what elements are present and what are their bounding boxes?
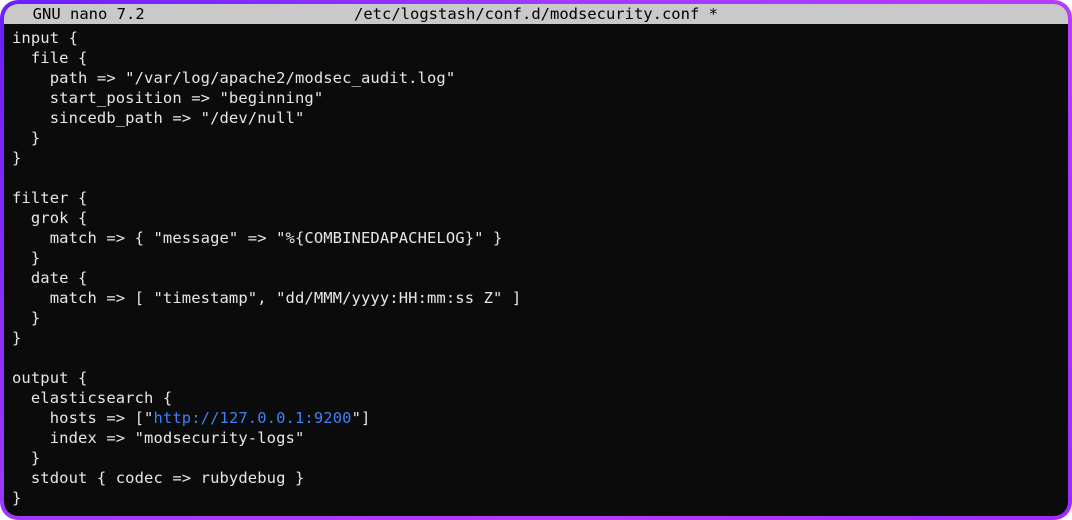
editor-line: } bbox=[12, 148, 1060, 168]
editor-line: hosts => ["http://127.0.0.1:9200"] bbox=[12, 408, 1060, 428]
editor-line: } bbox=[12, 488, 1060, 508]
editor-line: output { bbox=[12, 368, 1060, 388]
nano-titlebar: GNU nano 7.2 /etc/logstash/conf.d/modsec… bbox=[4, 4, 1068, 24]
editor-line: } bbox=[12, 448, 1060, 468]
editor-line: } bbox=[12, 128, 1060, 148]
editor-line: stdout { codec => rubydebug } bbox=[12, 468, 1060, 488]
editor-line: sincedb_path => "/dev/null" bbox=[12, 108, 1060, 128]
editor-line: } bbox=[12, 248, 1060, 268]
editor-line: start_position => "beginning" bbox=[12, 88, 1060, 108]
editor-line: index => "modsecurity-logs" bbox=[12, 428, 1060, 448]
nano-filename: /etc/logstash/conf.d/modsecurity.conf * bbox=[4, 4, 1068, 24]
editor-line: grok { bbox=[12, 208, 1060, 228]
url-text: http://127.0.0.1:9200 bbox=[153, 409, 351, 427]
editor-line: file { bbox=[12, 48, 1060, 68]
text-segment: hosts => [" bbox=[12, 409, 153, 427]
nano-editor-area[interactable]: input { file { path => "/var/log/apache2… bbox=[4, 24, 1068, 516]
editor-line: ​ bbox=[12, 348, 1060, 368]
editor-line: ​ bbox=[12, 168, 1060, 188]
editor-line: match => [ "timestamp", "dd/MMM/yyyy:HH:… bbox=[12, 288, 1060, 308]
editor-line: date { bbox=[12, 268, 1060, 288]
text-segment: "] bbox=[352, 409, 371, 427]
editor-line: path => "/var/log/apache2/modsec_audit.l… bbox=[12, 68, 1060, 88]
editor-line: input { bbox=[12, 28, 1060, 48]
editor-line: } bbox=[12, 308, 1060, 328]
editor-line: filter { bbox=[12, 188, 1060, 208]
editor-line: } bbox=[12, 328, 1060, 348]
terminal-window: GNU nano 7.2 /etc/logstash/conf.d/modsec… bbox=[4, 4, 1068, 516]
editor-line: match => { "message" => "%{COMBINEDAPACH… bbox=[12, 228, 1060, 248]
editor-line: elasticsearch { bbox=[12, 388, 1060, 408]
terminal-window-frame: GNU nano 7.2 /etc/logstash/conf.d/modsec… bbox=[0, 0, 1072, 520]
